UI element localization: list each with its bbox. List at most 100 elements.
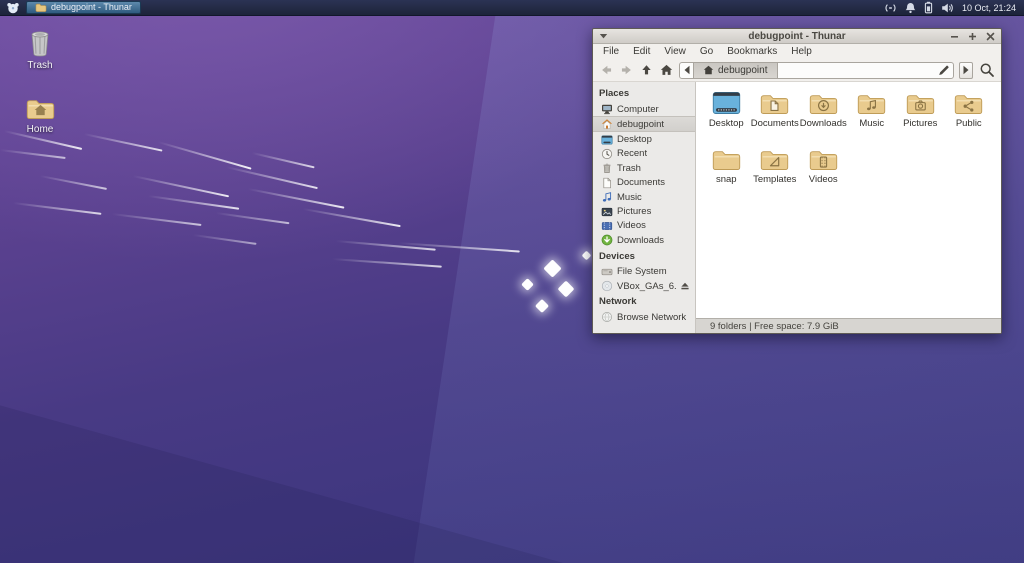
file-pictures[interactable]: Pictures	[896, 90, 945, 129]
edit-path-button[interactable]	[933, 63, 953, 78]
notifications-bell-icon[interactable]	[905, 2, 916, 14]
file-label: snap	[715, 174, 737, 185]
trash-desktop-icon	[28, 30, 52, 57]
path-segment-debugpoint[interactable]: debugpoint	[693, 62, 778, 78]
nav-buttons	[597, 61, 676, 79]
window-title: debugpoint - Thunar	[748, 30, 846, 42]
sidebar-item-label: Desktop	[617, 134, 652, 146]
path-bar[interactable]: debugpoint	[679, 61, 954, 79]
folder-music-icon	[856, 90, 887, 116]
desktop-large-icon	[711, 90, 742, 116]
folder-videos-icon	[808, 146, 839, 172]
battery-icon[interactable]	[924, 1, 933, 14]
clock[interactable]: 10 Oct, 21:24	[962, 3, 1016, 13]
comet-streak	[12, 202, 102, 216]
sidebar-item-downloads[interactable]: Downloads	[593, 233, 695, 247]
menubar: File Edit View Go Bookmarks Help	[593, 44, 1001, 59]
back-button[interactable]	[597, 61, 616, 79]
menu-view[interactable]: View	[657, 46, 693, 57]
desktop[interactable]: Trash Home debugpoint - Thunar 10 Oct, 21…	[0, 0, 1024, 563]
maximize-button[interactable]	[968, 32, 977, 41]
comet-streak	[147, 195, 240, 210]
home-icon	[659, 63, 674, 77]
floating-cube	[534, 298, 550, 314]
sidebar-item-documents[interactable]: Documents	[593, 176, 695, 190]
file-label: Documents	[750, 118, 799, 129]
file-videos[interactable]: Videos	[799, 146, 848, 185]
sidebar-item-recent[interactable]: Recent	[593, 147, 695, 161]
status-text: 9 folders | Free space: 7.9 GiB	[710, 320, 839, 332]
titlebar[interactable]: debugpoint - Thunar	[593, 29, 1001, 44]
computer-icon	[601, 103, 613, 115]
home-button[interactable]	[657, 61, 676, 79]
sidebar-item-music[interactable]: Music	[593, 190, 695, 204]
path-scroll-left-button[interactable]	[680, 63, 693, 78]
file-grid[interactable]: Desktop Documents Downloads Music Pictures Pu…	[696, 82, 1001, 318]
file-templates[interactable]: Templates	[751, 146, 800, 185]
menu-edit[interactable]: Edit	[626, 46, 657, 57]
forward-button[interactable]	[617, 61, 636, 79]
minimize-button[interactable]	[950, 32, 959, 41]
sidebar-item-browse-network[interactable]: Browse Network	[593, 310, 695, 324]
eject-button[interactable]	[680, 281, 690, 291]
up-button[interactable]	[637, 61, 656, 79]
applications-menu-button[interactable]	[4, 1, 21, 15]
menu-file[interactable]: File	[596, 46, 626, 57]
comet-streak	[132, 175, 230, 198]
desktop-icon-home[interactable]: Home	[8, 95, 72, 135]
menu-help[interactable]: Help	[784, 46, 819, 57]
forward-icon	[619, 63, 634, 77]
file-label: Templates	[753, 174, 797, 185]
desktop-icon-label: Home	[26, 124, 54, 135]
close-icon	[986, 32, 995, 41]
taskbar-button-debugpoint-thunar[interactable]: debugpoint - Thunar	[26, 1, 141, 14]
floating-cube	[543, 259, 562, 278]
path-scroll-right-button[interactable]	[959, 61, 973, 79]
sidebar-item-desktop[interactable]: Desktop	[593, 132, 695, 146]
menu-bookmarks[interactable]: Bookmarks	[720, 46, 784, 57]
file-downloads[interactable]: Downloads	[799, 90, 848, 129]
sidebar-item-debugpoint[interactable]: debugpoint	[593, 116, 695, 133]
volume-icon[interactable]	[941, 2, 954, 14]
sidebar-item-trash[interactable]: Trash	[593, 161, 695, 175]
optical-disc-icon	[601, 280, 613, 292]
sidebar-item-label: Pictures	[617, 206, 652, 218]
recent-icon	[601, 148, 613, 160]
sidebar-item-videos[interactable]: Videos	[593, 219, 695, 233]
top-panel: debugpoint - Thunar 10 Oct, 21:24	[0, 0, 1024, 16]
comet-streak	[192, 234, 257, 246]
comet-streak	[331, 258, 442, 268]
comet-streak	[215, 212, 290, 225]
filesystem-icon	[601, 266, 613, 278]
sidebar-item-computer[interactable]: Computer	[593, 102, 695, 116]
up-icon	[639, 63, 654, 77]
back-icon	[599, 63, 614, 77]
comet-streak	[157, 141, 252, 170]
sidebar-item-pictures[interactable]: Pictures	[593, 204, 695, 218]
desktop-icon-trash[interactable]: Trash	[8, 30, 72, 71]
search-button[interactable]	[976, 61, 997, 80]
minimize-icon	[950, 32, 959, 41]
file-label: Public	[955, 118, 982, 129]
sidebar-item-file-system[interactable]: File System	[593, 265, 695, 279]
folder-downloads-icon	[808, 90, 839, 116]
network-icon[interactable]	[884, 2, 897, 14]
file-public[interactable]: Public	[945, 90, 994, 129]
folder-templates-icon	[759, 146, 790, 172]
file-documents[interactable]: Documents	[751, 90, 800, 129]
folder-public-icon	[953, 90, 984, 116]
floating-cube	[521, 278, 534, 291]
comet-streak	[225, 166, 318, 190]
close-button[interactable]	[986, 32, 995, 41]
sidebar-item-vbox-gas-6-1-38[interactable]: VBox_GAs_6.1.38	[593, 279, 695, 293]
user-home-icon	[601, 118, 613, 130]
folder-plain-icon	[711, 146, 742, 172]
taskbar-folder-icon	[35, 2, 47, 13]
comet-streak	[111, 213, 202, 227]
desktop-icon-label: Trash	[27, 60, 53, 71]
file-music[interactable]: Music	[848, 90, 897, 129]
file-desktop[interactable]: Desktop	[702, 90, 751, 129]
file-snap[interactable]: snap	[702, 146, 751, 185]
menu-go[interactable]: Go	[693, 46, 720, 57]
comet-streak	[302, 208, 401, 228]
